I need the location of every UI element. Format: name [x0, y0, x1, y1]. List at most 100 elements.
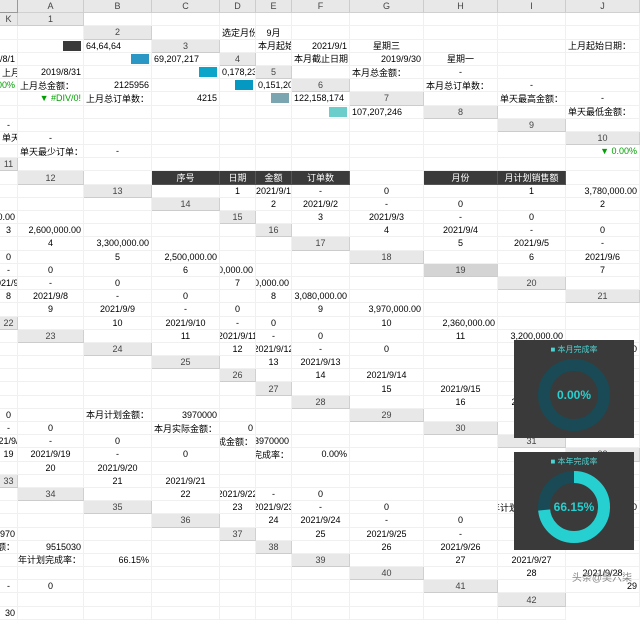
cell-C10[interactable]: - — [84, 145, 152, 158]
cell-I12[interactable] — [566, 171, 640, 184]
cell-I42[interactable] — [350, 607, 424, 620]
cell-G2[interactable] — [498, 26, 566, 39]
cell-A7[interactable] — [424, 92, 498, 105]
cell-F16[interactable] — [0, 237, 18, 250]
cell-A24[interactable] — [152, 343, 220, 356]
cell-J31[interactable] — [424, 448, 498, 461]
cell-J28[interactable] — [256, 409, 292, 422]
cell-E25[interactable] — [424, 356, 498, 369]
cell-E30[interactable]: 0 — [84, 435, 152, 448]
cell-G21[interactable]: 9 — [292, 303, 350, 316]
cell-C31[interactable]: 2021/9/19 — [18, 448, 84, 461]
cell-A20[interactable] — [566, 277, 640, 290]
cell-C41[interactable] — [0, 593, 18, 606]
cell-G22[interactable]: 10 — [350, 317, 424, 330]
cell-B18[interactable]: 6 — [498, 251, 566, 264]
cell-F30[interactable] — [152, 435, 220, 448]
cell-A11[interactable] — [18, 158, 84, 171]
cell-E4[interactable] — [498, 53, 566, 66]
cell-C2[interactable]: 9月 — [256, 26, 292, 39]
row-header-16[interactable]: 16 — [256, 224, 292, 237]
cell-J14[interactable] — [84, 211, 152, 224]
cell-K27[interactable] — [256, 396, 292, 409]
cell-J2[interactable] — [18, 40, 84, 53]
cell-J21[interactable] — [498, 303, 566, 316]
cell-C8[interactable]: - — [0, 119, 18, 132]
cell-K20[interactable] — [498, 290, 566, 303]
cell-B25[interactable]: 13 — [256, 356, 292, 369]
cell-B34[interactable]: 22 — [152, 488, 220, 501]
cell-A14[interactable] — [220, 198, 256, 211]
cell-A1[interactable] — [84, 13, 152, 26]
row-header-36[interactable]: 36 — [152, 514, 220, 527]
cell-C14[interactable]: 2021/9/2 — [292, 198, 350, 211]
cell-H12[interactable]: 月计划销售额 — [498, 171, 566, 184]
cell-I1[interactable] — [566, 13, 640, 26]
cell-E32[interactable] — [220, 462, 256, 475]
cell-H15[interactable]: 2,600,000.00 — [18, 224, 84, 237]
cell-F5[interactable]: ▼ 0.00% — [0, 79, 18, 92]
cell-F1[interactable] — [350, 13, 424, 26]
cell-K2[interactable]: 64,64,64 — [84, 40, 152, 53]
cell-G8[interactable] — [220, 119, 256, 132]
cell-B19[interactable]: 7 — [566, 264, 640, 277]
cell-I41[interactable] — [292, 593, 350, 606]
cell-F19[interactable] — [152, 277, 220, 290]
cell-D5[interactable] — [498, 66, 566, 79]
cell-B1[interactable] — [152, 13, 220, 26]
cell-C11[interactable] — [152, 158, 220, 171]
row-header-7[interactable]: 7 — [350, 92, 424, 105]
cell-I11[interactable] — [498, 158, 566, 171]
cell-F2[interactable] — [424, 26, 498, 39]
cell-J12[interactable] — [0, 185, 18, 198]
cell-D7[interactable] — [0, 106, 18, 119]
cell-H39[interactable] — [152, 567, 220, 580]
cell-I38[interactable] — [152, 554, 220, 567]
cell-D21[interactable]: - — [152, 303, 220, 316]
cell-F20[interactable] — [220, 290, 256, 303]
cell-G39[interactable] — [84, 567, 152, 580]
cell-I28[interactable] — [220, 409, 256, 422]
cell-H41[interactable] — [256, 593, 292, 606]
cell-D39[interactable] — [566, 554, 640, 567]
cell-K4[interactable]: 0,178,230 — [220, 66, 256, 79]
cell-B4[interactable]: 本月截止日期： — [292, 53, 350, 66]
cell-D41[interactable] — [18, 593, 84, 606]
cell-F28[interactable] — [18, 409, 84, 422]
col-header-C[interactable]: C — [152, 0, 220, 13]
cell-J19[interactable] — [350, 277, 424, 290]
row-header-18[interactable]: 18 — [350, 251, 424, 264]
row-header-23[interactable]: 23 — [18, 330, 84, 343]
cell-K13[interactable] — [84, 198, 152, 211]
cell-K42[interactable] — [498, 607, 566, 620]
row-header-29[interactable]: 29 — [350, 409, 424, 422]
cell-K1[interactable] — [18, 26, 84, 39]
cell-H1[interactable] — [498, 13, 566, 26]
cell-A40[interactable] — [424, 567, 498, 580]
cell-D40[interactable]: - — [0, 580, 18, 593]
row-header-38[interactable]: 38 — [256, 541, 292, 554]
cell-K34[interactable] — [18, 501, 84, 514]
cell-C30[interactable]: 2021/9/18 — [0, 435, 18, 448]
cell-C32[interactable]: 2021/9/20 — [84, 462, 152, 475]
cell-K36[interactable] — [152, 528, 220, 541]
cell-J6[interactable] — [256, 92, 292, 105]
cell-I4[interactable] — [84, 66, 152, 79]
cell-E35[interactable]: 0 — [350, 501, 424, 514]
cell-B6[interactable]: 本月总订单数： — [424, 79, 498, 92]
cell-D6[interactable] — [566, 79, 640, 92]
row-header-41[interactable]: 41 — [424, 580, 498, 593]
cell-C17[interactable]: 2021/9/5 — [498, 237, 566, 250]
cell-B26[interactable]: 14 — [292, 369, 350, 382]
cell-J41[interactable] — [350, 593, 424, 606]
cell-G20[interactable]: 8 — [256, 290, 292, 303]
cell-H21[interactable]: 3,970,000.00 — [350, 303, 424, 316]
cell-K22[interactable] — [0, 330, 18, 343]
cell-H10[interactable] — [350, 145, 424, 158]
cell-A34[interactable] — [84, 488, 152, 501]
row-header-11[interactable]: 11 — [0, 158, 18, 171]
cell-A17[interactable] — [350, 237, 424, 250]
cell-J34[interactable] — [0, 501, 18, 514]
cell-B27[interactable]: 15 — [350, 382, 424, 395]
cell-F35[interactable] — [424, 501, 498, 514]
